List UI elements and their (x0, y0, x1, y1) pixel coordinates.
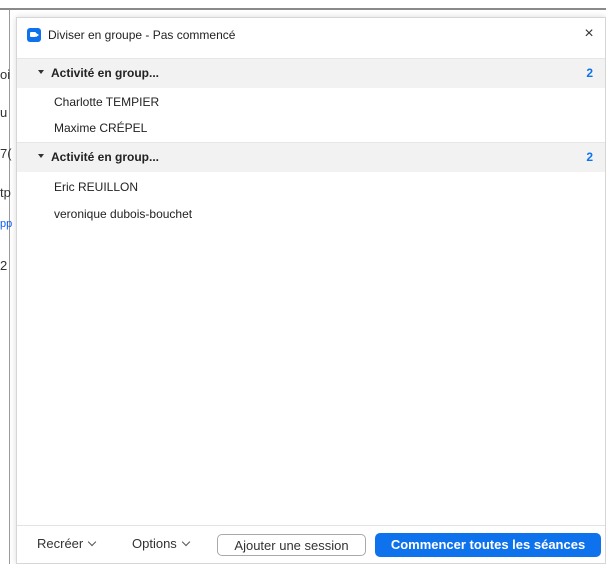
background-text-fragment: 2 (0, 258, 8, 273)
start-all-sessions-button[interactable]: Commencer toutes les séances (375, 533, 601, 557)
recreate-label: Recréer (37, 536, 84, 551)
background-text-fragment: oi (0, 67, 11, 82)
dialog-titlebar: Diviser en groupe - Pas commencé × (17, 18, 605, 52)
breakout-rooms-dialog: Diviser en groupe - Pas commencé × Activ… (16, 17, 606, 564)
background-text-fragment: tp (0, 185, 11, 200)
participant-name[interactable]: veronique dubois-bouchet (54, 207, 192, 221)
group-header[interactable]: Activité en group... 2 (17, 58, 605, 88)
group-header[interactable]: Activité en group... 2 (17, 142, 605, 172)
background-window-border (0, 8, 606, 10)
participant-name[interactable]: Charlotte TEMPIER (54, 95, 159, 109)
background-text-fragment: 7( (0, 146, 12, 161)
recreate-dropdown[interactable]: Recréer (37, 536, 97, 551)
dialog-footer: Recréer Options Ajouter une session Comm… (17, 525, 605, 563)
participant-name[interactable]: Maxime CRÉPEL (54, 121, 147, 135)
background-link-fragment: pp (0, 218, 13, 230)
dialog-title: Diviser en groupe - Pas commencé (48, 28, 236, 42)
caret-down-icon[interactable] (38, 70, 44, 74)
group-member-count: 2 (586, 66, 593, 80)
zoom-camera-icon (27, 28, 41, 42)
chevron-down-icon (88, 537, 97, 547)
chevron-down-icon (181, 537, 191, 547)
background-text-fragment: u (0, 105, 8, 120)
group-member-count: 2 (586, 150, 593, 164)
background-window-edge (9, 10, 10, 564)
caret-down-icon[interactable] (38, 154, 44, 158)
options-label: Options (132, 536, 177, 551)
options-dropdown[interactable]: Options (132, 536, 191, 551)
add-session-button[interactable]: Ajouter une session (217, 534, 366, 556)
group-name: Activité en group... (51, 150, 160, 164)
participant-name[interactable]: Eric REUILLON (54, 180, 138, 194)
close-icon[interactable]: × (579, 24, 599, 44)
group-name: Activité en group... (51, 66, 160, 80)
